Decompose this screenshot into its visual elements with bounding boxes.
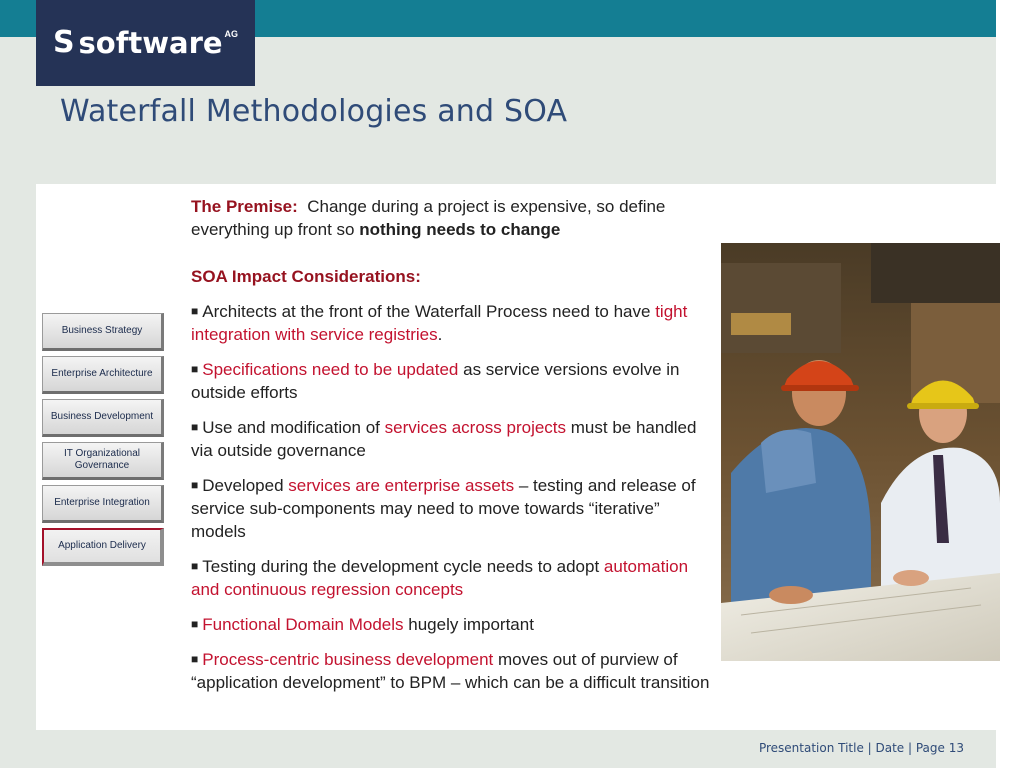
bullet-text: Developed — [202, 476, 284, 495]
stage-business-strategy: Business Strategy — [42, 313, 164, 351]
premise-label: The Premise: — [191, 197, 298, 216]
bullet-text: . — [437, 325, 443, 344]
bullet-highlight: Functional Domain Models — [202, 615, 404, 634]
stage-it-governance: IT Organizational Governance — [42, 442, 164, 480]
bullet-item: ■ Developed services are enterprise asset… — [191, 474, 716, 543]
software-ag-logo: S software AG — [36, 0, 255, 86]
bullet-icon: ■ — [191, 478, 199, 492]
slide-body: The Premise: Change during a project is … — [191, 195, 716, 706]
stage-business-development: Business Development — [42, 399, 164, 437]
logo-suffix: AG — [224, 29, 239, 39]
logo-mark: S — [52, 25, 75, 60]
soa-heading-text: SOA Impact Considerations: — [191, 267, 421, 286]
process-stack: Business Strategy Enterprise Architectur… — [42, 313, 170, 571]
bullet-highlight: services are enterprise assets — [288, 476, 515, 495]
bullet-text: hugely important — [408, 615, 534, 634]
bullet-icon: ■ — [191, 304, 199, 318]
bullet-item: ■ Specifications need to be updated as se… — [191, 358, 716, 404]
bullet-highlight: Process-centric business development — [202, 650, 494, 669]
stage-application-delivery: Application Delivery — [42, 528, 164, 566]
stage-enterprise-architecture: Enterprise Architecture — [42, 356, 164, 394]
bullet-text: Use and modification of — [202, 418, 380, 437]
bullet-item: ■ Architects at the front of the Waterfal… — [191, 300, 716, 346]
footer-text: Presentation Title | Date | Page 13 — [758, 741, 964, 755]
bullet-icon: ■ — [191, 420, 199, 434]
right-margin — [996, 0, 1024, 768]
bullet-icon: ■ — [191, 652, 199, 666]
bullet-icon: ■ — [191, 362, 199, 376]
engineers-photo — [721, 243, 1000, 661]
bullet-item: ■ Use and modification of services across… — [191, 416, 716, 462]
bullet-text: Architects at the front of the Waterfall… — [202, 302, 651, 321]
slide-title: Waterfall Methodologies and SOA — [60, 94, 568, 129]
premise-emphasis: nothing needs to change — [359, 220, 561, 239]
bullet-item: ■ Process-centric business development mo… — [191, 648, 716, 694]
bullet-item: ■ Testing during the development cycle ne… — [191, 555, 716, 601]
premise-paragraph: The Premise: Change during a project is … — [191, 195, 716, 241]
stage-enterprise-integration: Enterprise Integration — [42, 485, 164, 523]
bullet-icon: ■ — [191, 559, 199, 573]
soa-heading: SOA Impact Considerations: — [191, 265, 716, 288]
bullet-text: Testing during the development cycle nee… — [202, 557, 600, 576]
engineers-photo-illustration — [721, 243, 1000, 661]
bullet-highlight: services across projects — [384, 418, 567, 437]
bullet-icon: ■ — [191, 617, 199, 631]
bullet-item: ■ Functional Domain Models hugely importa… — [191, 613, 716, 636]
logo-word: software — [78, 25, 223, 60]
bullet-highlight: Specifications need to be updated — [202, 360, 459, 379]
